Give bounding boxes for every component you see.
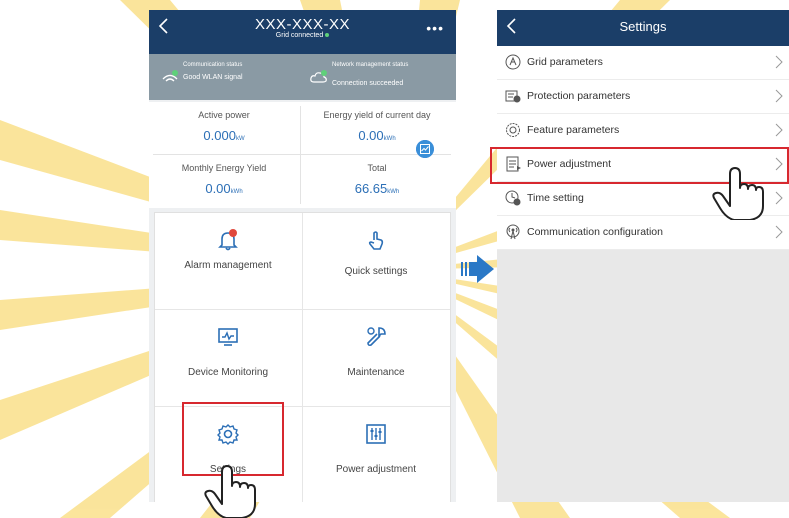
settings-item-label: Communication configuration	[527, 226, 663, 238]
status-dot-icon	[325, 33, 330, 38]
menu-alarm-management[interactable]: Alarm management	[155, 213, 301, 309]
settings-title: Settings	[619, 19, 667, 34]
menu-device-monitoring[interactable]: Device Monitoring	[155, 310, 301, 406]
monitor-icon	[218, 328, 238, 346]
metric-unit: kWh	[387, 189, 400, 195]
metric-label: Monthly Energy Yield	[181, 163, 267, 173]
chevron-right-icon	[775, 225, 783, 239]
settings-item-label: Grid parameters	[527, 56, 603, 68]
chevron-right-icon	[775, 191, 783, 205]
menu-maintenance[interactable]: Maintenance	[303, 310, 449, 406]
protection-icon	[505, 90, 521, 103]
communication-status-value: Good WLAN signal	[183, 74, 243, 81]
grid-status-label: Grid connected	[275, 32, 324, 39]
chevron-right-icon	[775, 123, 783, 137]
metric-value: 66.65	[354, 181, 388, 196]
settings-item-label: Protection parameters	[527, 90, 631, 102]
menu-label: Alarm management	[184, 260, 272, 271]
menu-label: Quick settings	[344, 266, 408, 277]
menu-power-adjustment[interactable]: Power adjustment	[303, 407, 449, 502]
metric-unit: kWh	[230, 189, 243, 195]
cloud-check-icon	[310, 70, 327, 83]
metric-unit: kW	[235, 136, 245, 142]
menu-quick-settings[interactable]: Quick settings	[303, 213, 449, 309]
settings-header: Settings	[497, 10, 789, 46]
settings-item-protection-parameters[interactable]: Protection parameters	[497, 80, 789, 114]
energy-metrics: Active power 0.000kW Energy yield of cur…	[149, 102, 456, 208]
menu-label: Device Monitoring	[187, 367, 269, 378]
network-management-status: Network management status Connection suc…	[302, 60, 447, 96]
network-management-value: Connection succeeded	[332, 80, 404, 87]
grid-status: Grid connected	[149, 32, 456, 39]
clock-icon	[505, 190, 521, 206]
next-step-arrow-icon	[461, 255, 494, 283]
grid-icon	[505, 54, 521, 70]
chevron-right-icon	[775, 89, 783, 103]
metric-label: Total	[367, 163, 387, 173]
metric-value: 0.000	[203, 128, 236, 143]
feature-icon	[506, 123, 520, 137]
wifi-check-icon	[162, 70, 178, 82]
status-strip: Communication status Good WLAN signal Ne…	[149, 54, 456, 100]
chevron-right-icon	[775, 55, 783, 69]
menu-label: Power adjustment	[335, 464, 417, 475]
metric-value: 0.00	[358, 128, 384, 143]
antenna-icon	[506, 224, 520, 240]
communication-status-title: Communication status	[183, 62, 243, 68]
communication-status: Communication status Good WLAN signal	[153, 60, 298, 96]
chart-trend-icon[interactable]	[416, 140, 434, 158]
divider	[153, 154, 451, 155]
app-header: XXX-XXX-XX Grid connected •••	[149, 10, 456, 54]
metric-label: Active power	[198, 110, 250, 120]
alarm-bell-icon	[218, 229, 238, 251]
wrench-icon	[367, 327, 386, 347]
pointing-hand-icon	[204, 465, 256, 518]
settings-item-label: Time setting	[527, 192, 584, 204]
pointing-hand-icon	[712, 167, 764, 220]
metric-unit: kWh	[383, 136, 396, 142]
touch-icon	[368, 231, 384, 250]
settings-item-feature-parameters[interactable]: Feature parameters	[497, 114, 789, 148]
metric-label: Energy yield of current day	[323, 110, 431, 120]
network-management-title: Network management status	[332, 62, 409, 68]
sliders-icon	[366, 424, 386, 444]
settings-screen: Settings Grid parameters Protection para…	[497, 10, 789, 502]
device-name: XXX-XXX-XX	[254, 16, 351, 33]
metric-value: 0.00	[205, 181, 231, 196]
divider	[300, 106, 301, 204]
settings-item-communication-configuration[interactable]: Communication configuration	[497, 216, 789, 250]
settings-item-label: Feature parameters	[527, 124, 620, 136]
metric-total-yield: Total 66.65kWh	[302, 155, 452, 205]
more-icon[interactable]: •••	[426, 20, 444, 36]
settings-item-grid-parameters[interactable]: Grid parameters	[497, 46, 789, 80]
metric-active-power: Active power 0.000kW	[149, 102, 299, 152]
menu-label: Maintenance	[347, 367, 405, 378]
metric-monthly-yield: Monthly Energy Yield 0.00kWh	[149, 155, 299, 205]
